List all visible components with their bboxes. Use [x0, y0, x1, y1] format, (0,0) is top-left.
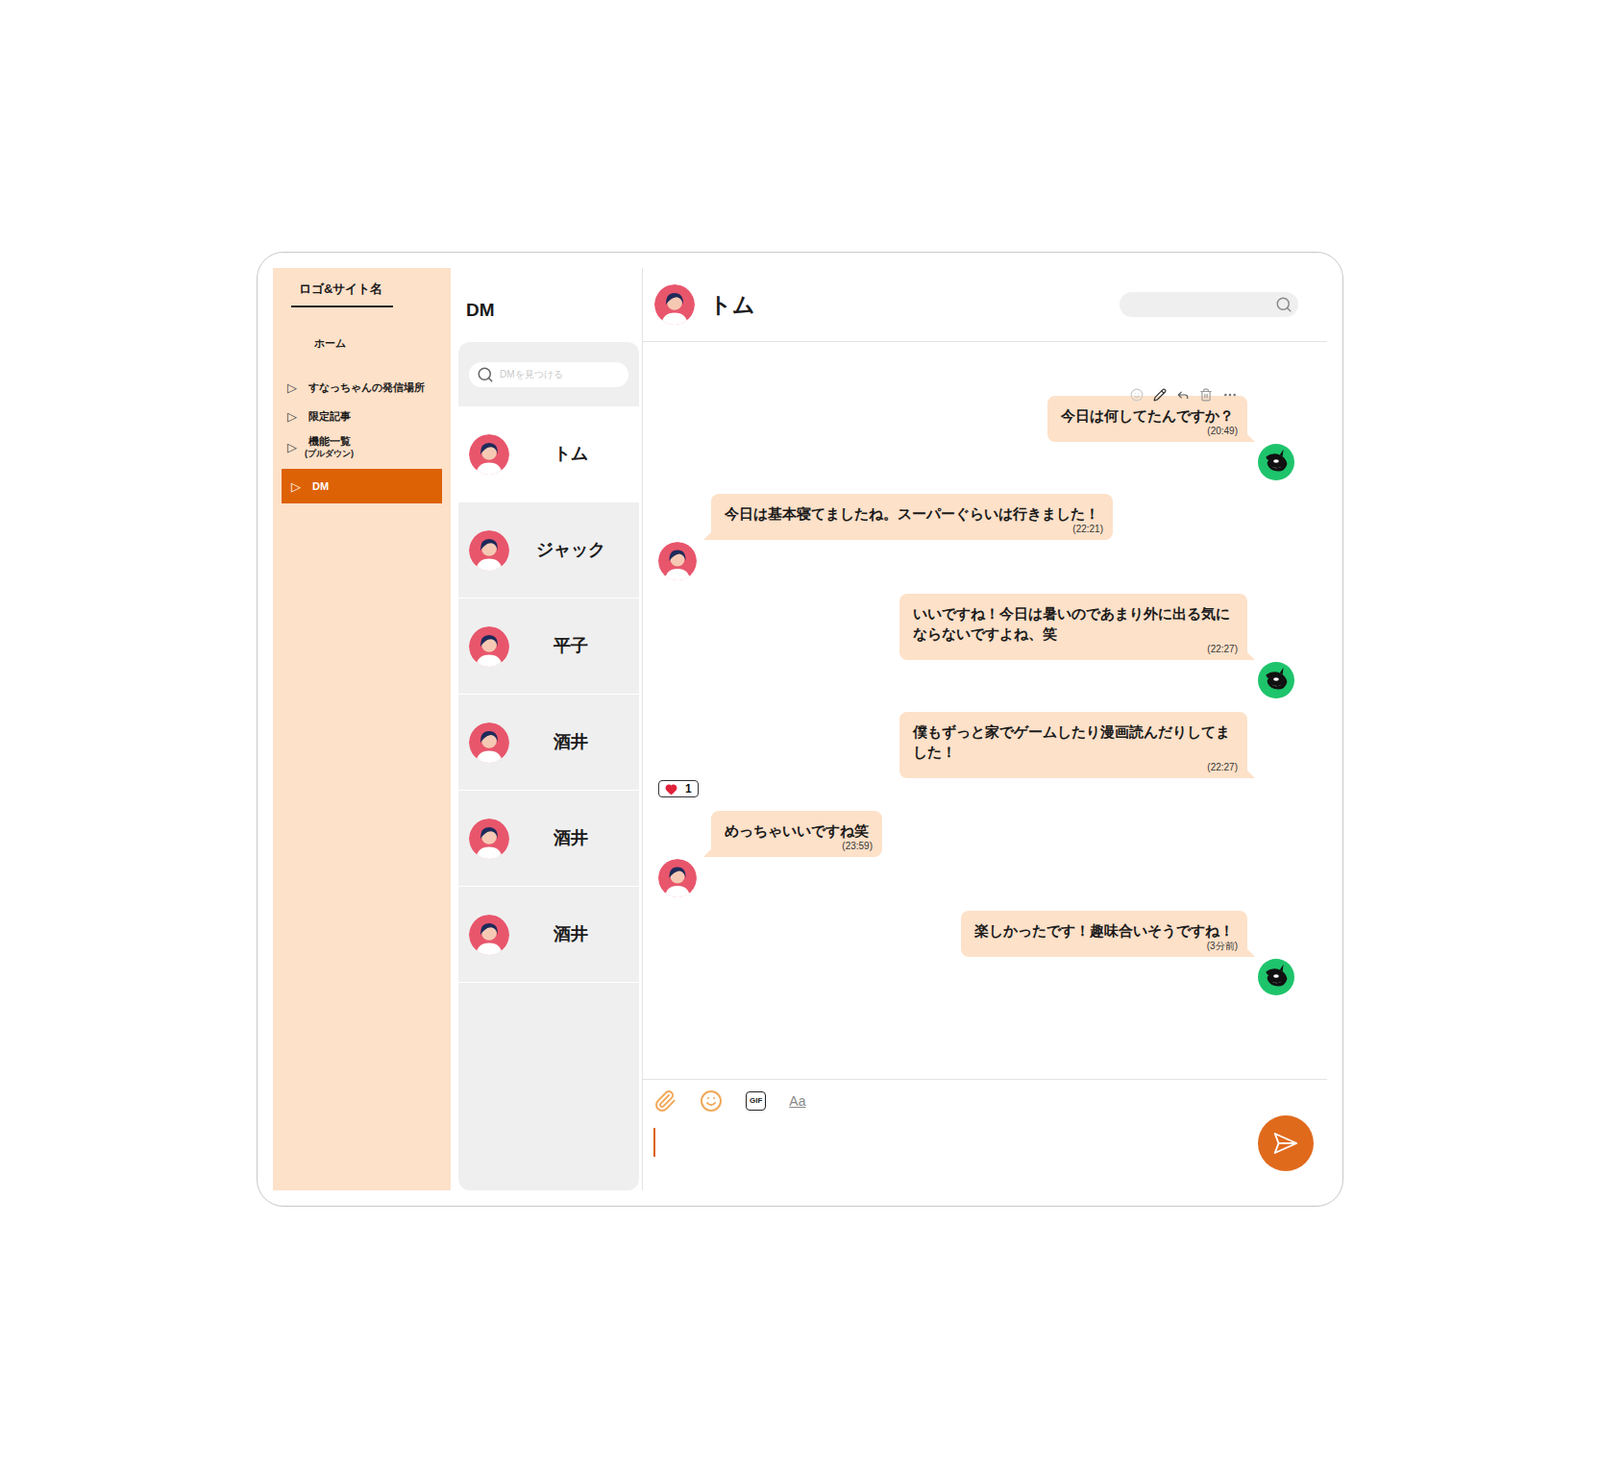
- message-time: (22:27): [1206, 762, 1238, 774]
- message-group: 今日は何してたんですか？(20:49): [658, 395, 1295, 481]
- bubble-tail: [1247, 949, 1256, 958]
- text-cursor: [653, 1128, 656, 1157]
- reply-icon[interactable]: [1176, 388, 1190, 402]
- message-input[interactable]: [653, 1128, 1258, 1191]
- triangle-icon: ▷: [287, 441, 305, 454]
- emoji-icon[interactable]: [1130, 388, 1144, 402]
- sidebar-item[interactable]: ▷限定記事: [281, 405, 443, 427]
- composer: GIF Aa: [642, 1079, 1328, 1191]
- message-bubble[interactable]: 僕もずっと家でゲームしたり漫画読んだりしてました！(22:27): [899, 712, 1248, 779]
- user-avatar-icon: [468, 722, 510, 764]
- logo-underline: [291, 305, 394, 308]
- dm-conversation[interactable]: 酒井: [458, 790, 640, 887]
- reaction-badge[interactable]: 1: [658, 780, 699, 798]
- user-avatar-icon: [658, 541, 697, 581]
- sidebar-item[interactable]: ▷すなっちゃんの発信場所: [281, 376, 443, 398]
- user-avatar-icon: [468, 818, 510, 860]
- more-icon[interactable]: [1222, 387, 1238, 403]
- message-bubble[interactable]: 楽しかったです！趣味合いそうですね！(3分前): [960, 910, 1248, 958]
- bubble-tail: [1247, 652, 1256, 661]
- search-icon: [476, 366, 494, 384]
- dm-list-panel: DMを見つけるトムジャック平子酒井酒井酒井: [458, 342, 640, 1191]
- edit-icon[interactable]: [1153, 388, 1167, 402]
- message-toolbar: [1130, 387, 1238, 403]
- dm-conversation[interactable]: 平子: [458, 598, 640, 695]
- chat-panel: トム今日は何してたんですか？(20:49) 今日は基本寝てましたね。スーパーぐらい…: [641, 268, 1328, 1191]
- format-button[interactable]: Aa: [788, 1091, 806, 1112]
- heart-icon: [664, 783, 678, 796]
- sidebar-item[interactable]: ▷DM: [281, 468, 443, 504]
- message-time: (22:27): [1206, 643, 1238, 656]
- trash-icon[interactable]: [1199, 388, 1213, 402]
- user-avatar-icon: [468, 530, 510, 571]
- my-avatar-icon: [1257, 443, 1295, 481]
- chat-header: トム: [642, 268, 1328, 343]
- paperclip-icon[interactable]: [653, 1089, 677, 1113]
- message-group: 僕もずっと家でゲームしたり漫画読んだりしてました！(22:27) 1: [658, 712, 1295, 798]
- logo[interactable]: ロゴ&サイト名: [291, 279, 394, 308]
- message-list: 今日は何してたんですか？(20:49) 今日は基本寝てましたね。スーパーぐらいは行…: [642, 342, 1328, 1080]
- message-time: (3分前): [1206, 940, 1238, 953]
- dm-conversation[interactable]: ジャック: [458, 502, 640, 599]
- message-group: 楽しかったです！趣味合いそうですね！(3分前): [658, 910, 1295, 996]
- message-bubble[interactable]: 今日は何してたんですか？(20:49): [1047, 395, 1248, 443]
- bubble-tail: [703, 849, 712, 858]
- message-text: 今日は何してたんですか？: [1060, 405, 1234, 426]
- user-avatar-icon: [658, 859, 697, 898]
- page: ロゴ&サイト名ホーム▷すなっちゃんの発信場所▷限定記事▷機能一覧(プルダウン)▷…: [0, 0, 1600, 1468]
- search-icon: [1275, 295, 1293, 314]
- sidebar-item[interactable]: ▷機能一覧(プルダウン): [281, 434, 443, 460]
- message-text: めっちゃいいですね笑: [724, 820, 869, 841]
- message-bubble[interactable]: いいですね！今日は暑いのであまり外に出る気にならないですよね、笑(22:27): [899, 593, 1248, 661]
- gif-button[interactable]: GIF: [745, 1091, 766, 1111]
- message-text: 今日は基本寝てましたね。スーパーぐらいは行きました！: [724, 503, 1100, 524]
- message-group: めっちゃいいですね笑(23:59): [658, 811, 1295, 898]
- dm-conversation[interactable]: トム: [458, 406, 640, 503]
- message-group: 今日は基本寝てましたね。スーパーぐらいは行きました！(22:21): [658, 493, 1295, 581]
- bubble-tail: [703, 532, 712, 541]
- user-avatar-icon: [468, 434, 510, 475]
- dm-list: DMDMを見つけるトムジャック平子酒井酒井酒井: [458, 268, 640, 1191]
- message-bubble[interactable]: 今日は基本寝てましたね。スーパーぐらいは行きました！(22:21): [711, 493, 1113, 541]
- message-bubble[interactable]: めっちゃいいですね笑(23:59): [711, 811, 883, 858]
- send-button[interactable]: [1257, 1115, 1314, 1172]
- smile-icon[interactable]: [699, 1089, 723, 1113]
- sidebar: ロゴ&サイト名ホーム▷すなっちゃんの発信場所▷限定記事▷機能一覧(プルダウン)▷…: [272, 268, 451, 1191]
- message-text: いいですね！今日は暑いのであまり外に出る気にならないですよね、笑: [912, 603, 1234, 644]
- message-group: いいですね！今日は暑いのであまり外に出る気にならないですよね、笑(22:27): [658, 593, 1295, 699]
- sidebar-item[interactable]: ホーム: [281, 332, 443, 354]
- message-time: (23:59): [841, 840, 873, 853]
- message-text: 僕もずっと家でゲームしたり漫画読んだりしてました！: [912, 721, 1234, 763]
- composer-tools: GIF Aa: [653, 1089, 1258, 1113]
- my-avatar-icon: [1257, 662, 1295, 699]
- dm-title: DM: [466, 296, 495, 325]
- triangle-icon: ▷: [287, 381, 305, 394]
- user-avatar-icon: [654, 284, 695, 325]
- bubble-tail: [1247, 434, 1256, 443]
- dm-conversation[interactable]: 酒井: [458, 886, 640, 984]
- my-avatar-icon: [1257, 959, 1295, 996]
- app-window: ロゴ&サイト名ホーム▷すなっちゃんの発信場所▷限定記事▷機能一覧(プルダウン)▷…: [256, 251, 1344, 1207]
- message-time: (20:49): [1206, 425, 1238, 438]
- dm-conversation[interactable]: 酒井: [458, 694, 640, 791]
- triangle-icon: ▷: [291, 480, 309, 493]
- bubble-tail: [1247, 770, 1256, 779]
- send-icon: [1271, 1129, 1301, 1158]
- dm-search[interactable]: DMを見つける: [468, 362, 629, 388]
- message-text: 楽しかったです！趣味合いそうですね！: [974, 920, 1234, 941]
- message-time: (22:21): [1072, 523, 1104, 536]
- user-avatar-icon: [468, 914, 510, 956]
- triangle-icon: ▷: [287, 410, 305, 423]
- chat-search[interactable]: [1119, 292, 1299, 318]
- sidebar-nav: ホーム ▷すなっちゃんの発信場所 ▷限定記事 ▷機能一覧(プルダウン) ▷DM: [272, 332, 451, 504]
- chat-title: トム: [709, 288, 756, 322]
- user-avatar-icon: [468, 626, 510, 667]
